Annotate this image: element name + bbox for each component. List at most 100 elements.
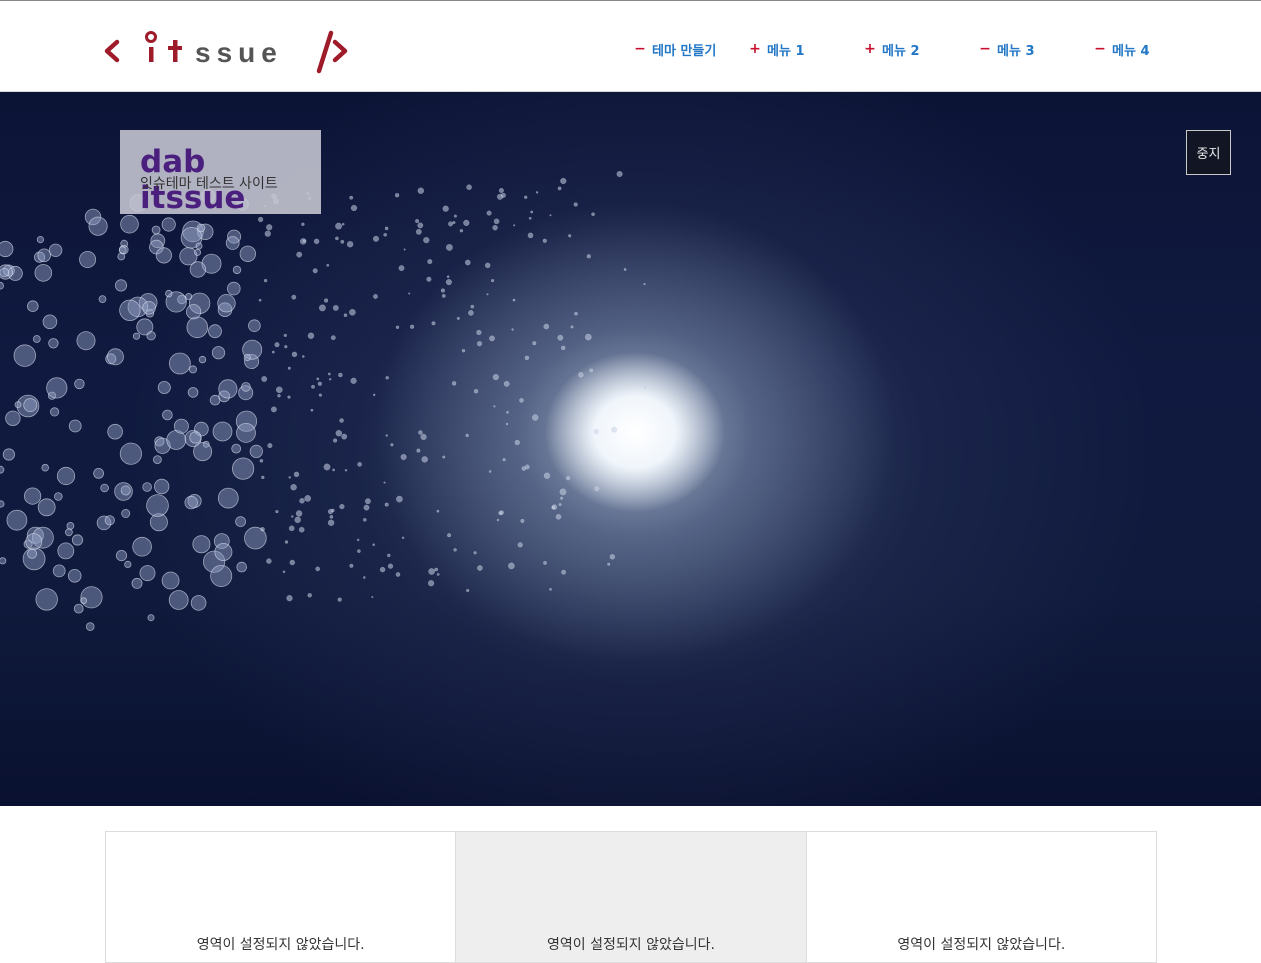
bubble	[532, 414, 539, 421]
content-panels: 영역이 설정되지 않았습니다. 영역이 설정되지 않았습니다. 영역이 설정되지…	[105, 831, 1157, 963]
bubble	[390, 443, 394, 447]
bubble	[168, 352, 191, 375]
bubble	[396, 495, 403, 503]
bubble	[32, 335, 41, 343]
bubble	[338, 372, 343, 378]
bubble	[566, 476, 571, 481]
bubble	[188, 365, 197, 374]
bubble	[643, 283, 646, 286]
bubble	[184, 495, 198, 510]
bubble	[387, 563, 394, 569]
bubble	[195, 242, 203, 250]
bubble	[74, 378, 85, 390]
bubble	[428, 568, 435, 575]
bubble	[373, 235, 379, 242]
bubble	[415, 219, 420, 224]
bubble	[275, 510, 279, 514]
bubble	[335, 222, 342, 230]
nav-item-menu-4[interactable]: − 메뉴 4	[1094, 39, 1150, 59]
bubble	[476, 329, 482, 336]
bubble	[271, 350, 275, 354]
bubble	[344, 469, 348, 472]
nav-item-theme-make[interactable]: − 테마 만들기	[634, 39, 716, 59]
bubble	[503, 380, 510, 387]
bubble	[466, 588, 470, 593]
bubble	[557, 186, 562, 191]
bubble	[341, 222, 345, 226]
bubble	[326, 263, 330, 267]
bubble	[445, 279, 452, 286]
bubble	[261, 376, 268, 382]
bubble	[476, 341, 483, 347]
bubble	[307, 332, 315, 339]
bubble	[291, 351, 298, 358]
bubble	[258, 298, 262, 302]
bubble	[470, 304, 475, 309]
stop-button[interactable]: 중지	[1186, 130, 1231, 175]
bubble	[330, 335, 336, 341]
content-panel-left: 영역이 설정되지 않았습니다.	[106, 832, 456, 962]
bubble	[93, 467, 104, 479]
bubble	[488, 470, 492, 473]
bubble	[37, 248, 51, 263]
bubble	[79, 250, 97, 268]
site-logo[interactable]: ssue	[103, 27, 349, 75]
bubble	[192, 535, 211, 554]
bubble	[239, 245, 257, 263]
bubble	[165, 289, 173, 298]
nav-item-menu-1[interactable]: + 메뉴 1	[749, 39, 804, 59]
bubble	[559, 488, 567, 496]
bubble	[327, 519, 335, 526]
bubble	[560, 177, 567, 185]
bubble	[248, 319, 261, 333]
bubble	[155, 247, 172, 264]
bubble	[161, 571, 180, 590]
bubble	[313, 238, 320, 245]
bubble	[151, 225, 161, 235]
bubble	[67, 568, 82, 583]
bubble	[560, 496, 564, 500]
bubble	[387, 553, 391, 558]
bubble	[282, 570, 286, 574]
nav-item-label: 메뉴 4	[1112, 43, 1150, 59]
bubble	[225, 236, 240, 250]
bubble	[57, 542, 75, 560]
site-header: ssue − 테마 만들기 + 메뉴 1 + 메뉴 2 − 메뉴 3 − 메뉴 …	[0, 1, 1261, 92]
bubble	[37, 498, 56, 517]
bubble	[492, 374, 499, 381]
bubble	[499, 510, 504, 515]
bubble	[410, 324, 415, 329]
bubble	[0, 281, 4, 290]
bubble	[100, 483, 109, 493]
bubble	[214, 542, 233, 561]
bubble	[2, 448, 15, 461]
bubble	[401, 536, 405, 539]
bubble	[473, 551, 477, 555]
bubble	[289, 559, 295, 566]
bubble	[6, 509, 28, 531]
bubble	[25, 533, 43, 551]
bubble	[385, 376, 389, 380]
bubble	[586, 403, 591, 409]
nav-item-menu-2[interactable]: + 메뉴 2	[864, 39, 919, 59]
bubble	[505, 422, 509, 426]
bubble	[153, 478, 170, 495]
bubble	[528, 216, 532, 220]
bubble	[312, 268, 318, 274]
bubble	[0, 500, 5, 508]
bubble	[383, 233, 387, 237]
bubble	[332, 468, 335, 472]
bubble	[142, 301, 156, 315]
bubble	[591, 212, 595, 216]
bubble	[293, 471, 300, 478]
bubble	[235, 516, 247, 528]
bubble	[104, 515, 115, 526]
bubble	[0, 267, 9, 278]
bubble	[400, 454, 407, 460]
bubble	[383, 481, 386, 484]
bubble	[34, 264, 53, 282]
bubble	[132, 536, 152, 557]
nav-item-menu-3[interactable]: − 메뉴 3	[979, 39, 1034, 59]
bubble	[98, 295, 107, 304]
hero-video-slider: dab itssue 잇슈테마 테스트 사이트 중지	[0, 92, 1261, 806]
